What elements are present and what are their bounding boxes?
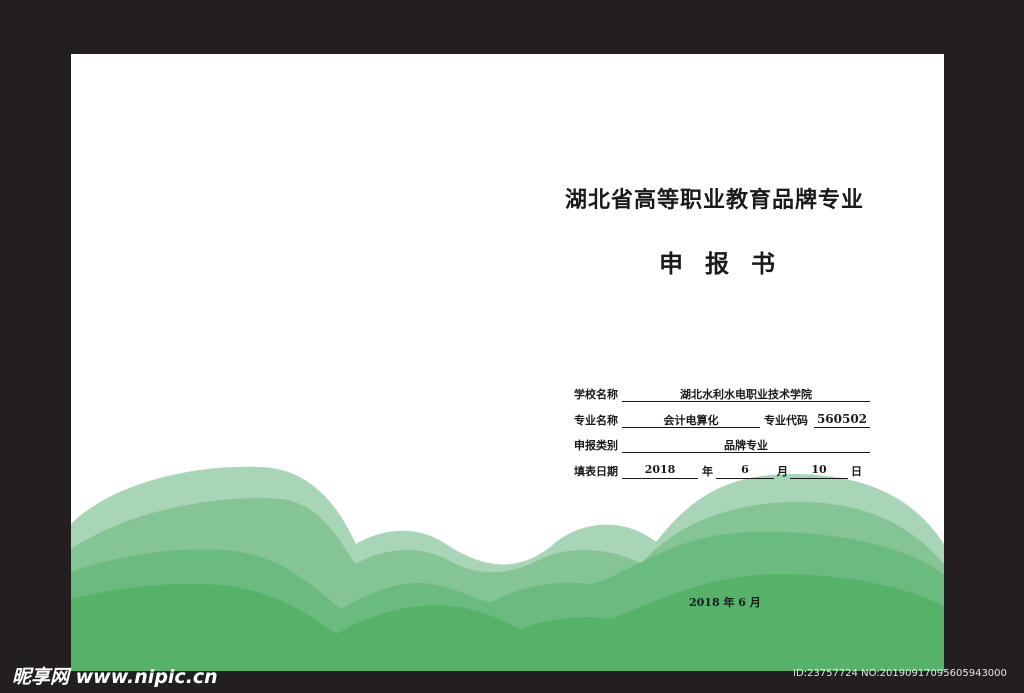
- school-value: 湖北水利水电职业技术学院: [622, 386, 870, 402]
- cover-date: 2018 年 6 月: [689, 596, 761, 609]
- category-row: 申报类别 品牌专业: [574, 437, 874, 455]
- year-unit: 年: [702, 465, 713, 478]
- code-label: 专业代码: [764, 414, 808, 427]
- school-label: 学校名称: [574, 388, 618, 401]
- cover-title: 湖北省高等职业教育品牌专业: [565, 188, 865, 213]
- site-watermark: 昵享网 www.nipic.cn: [12, 666, 218, 688]
- fill-date-row: 填表日期 2018 年 6 月 10 日: [574, 463, 874, 481]
- document-page: 湖北省高等职业教育品牌专业 申报书 学校名称 湖北水利水电职业技术学院 专业名称…: [71, 54, 944, 671]
- school-row: 学校名称 湖北水利水电职业技术学院: [574, 386, 874, 404]
- cover-subtitle: 申报书: [659, 250, 797, 278]
- major-row: 专业名称 会计电算化 专业代码 560502: [574, 412, 874, 430]
- month-unit: 月: [777, 465, 788, 478]
- green-hills-illustration: [71, 466, 944, 671]
- category-value: 品牌专业: [622, 437, 870, 453]
- major-label: 专业名称: [574, 414, 618, 427]
- fill-date-label: 填表日期: [574, 465, 618, 478]
- code-value: 560502: [814, 412, 870, 428]
- id-watermark: ID:23757724 NO:20190917095605943000: [793, 668, 1007, 679]
- month-value: 6: [716, 463, 774, 479]
- major-value: 会计电算化: [622, 412, 760, 428]
- day-unit: 日: [851, 465, 862, 478]
- day-value: 10: [790, 463, 848, 479]
- year-value: 2018: [622, 463, 698, 479]
- category-label: 申报类别: [574, 439, 618, 452]
